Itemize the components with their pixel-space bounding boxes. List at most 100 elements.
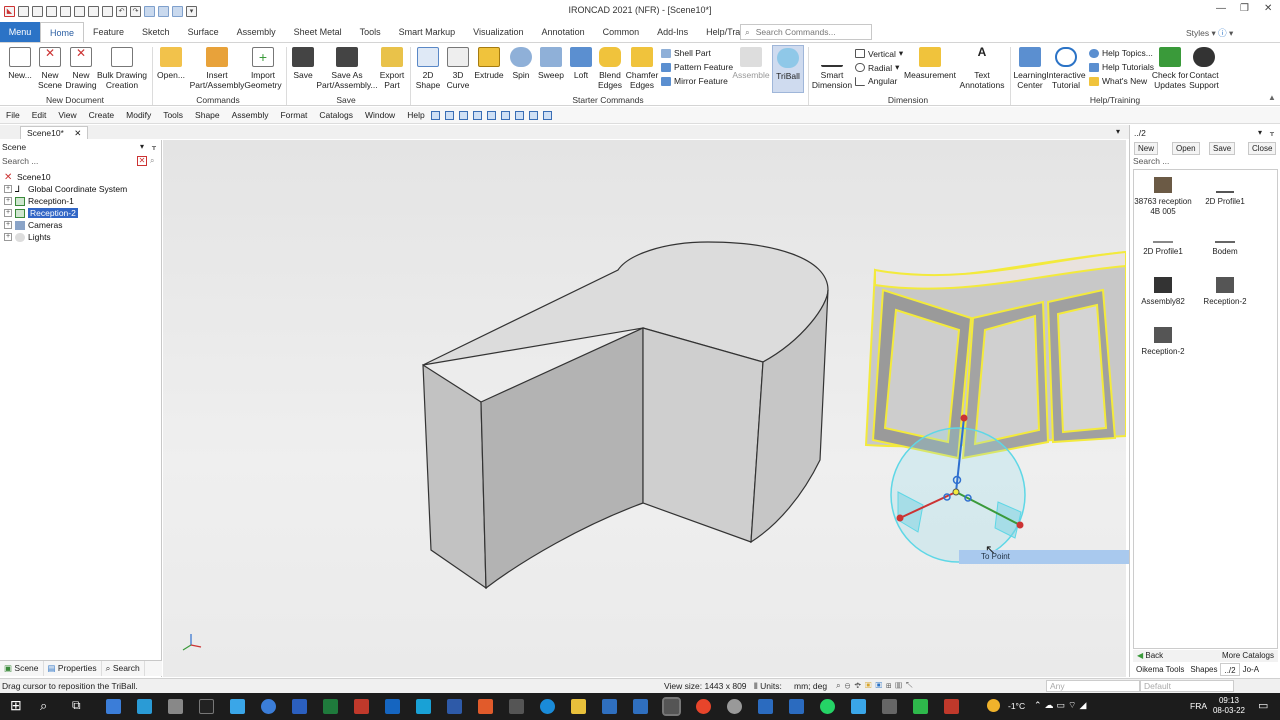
tab-jo-a[interactable]: Jo-A: [1240, 663, 1262, 676]
text-annotations-button[interactable]: A Text Annotations: [958, 46, 1006, 90]
angular-dimension-button[interactable]: Angular: [855, 76, 897, 86]
tab-shapes[interactable]: Shapes: [1187, 663, 1220, 676]
tree-item-global-coordinate-system[interactable]: + ⅃ Global Coordinate System: [4, 184, 127, 194]
new-scene-icon[interactable]: [32, 5, 43, 17]
view-custom-icon[interactable]: [542, 110, 552, 120]
blend-edges-button[interactable]: Blend Edges: [596, 47, 624, 90]
view-front-icon[interactable]: [444, 110, 454, 120]
tab-visualization[interactable]: Visualization: [464, 22, 532, 42]
learning-center-button[interactable]: Learning Center: [1012, 47, 1048, 90]
app-files-icon[interactable]: [137, 699, 152, 714]
pin-icon[interactable]: ᚁ: [152, 142, 156, 151]
scene-canvas[interactable]: [163, 140, 1127, 677]
app-media-icon[interactable]: [727, 699, 742, 714]
menu-modify[interactable]: Modify: [120, 110, 157, 120]
styles-menu[interactable]: Styles ▾ ⓘ ▾: [1186, 27, 1233, 39]
help-icon[interactable]: ⓘ: [1218, 28, 1227, 38]
catalog-item[interactable]: Bodem: [1194, 227, 1256, 257]
vertical-dimension-button[interactable]: Vertical ▾: [855, 48, 903, 59]
print-icon[interactable]: [102, 5, 113, 17]
app-calculator-icon[interactable]: [882, 699, 897, 714]
expand-icon[interactable]: +: [4, 185, 12, 193]
tab-surface[interactable]: Surface: [179, 22, 228, 42]
assemble-button[interactable]: Assemble: [732, 47, 770, 80]
minimize-icon[interactable]: —: [1216, 3, 1226, 14]
new-icon[interactable]: [18, 5, 29, 17]
catalog-item[interactable]: 38763 reception 4B 005: [1132, 177, 1194, 216]
app-green-icon[interactable]: [913, 699, 928, 714]
save-icon[interactable]: [74, 5, 85, 17]
pattern-feature-button[interactable]: Pattern Feature: [661, 62, 733, 72]
chamfer-edges-button[interactable]: Chamfer Edges: [626, 47, 658, 90]
app-misc-icon[interactable]: [509, 699, 524, 714]
menu-edit[interactable]: Edit: [26, 110, 53, 120]
contact-support-button[interactable]: Contact Support: [1186, 47, 1222, 90]
search-commands-input[interactable]: ⌕ Search Commands...: [740, 24, 872, 40]
expand-icon[interactable]: +: [4, 233, 12, 241]
save-as-button[interactable]: Save As Part/Assembly...: [316, 47, 378, 90]
menu-file[interactable]: File: [0, 110, 26, 120]
curve-3d-button[interactable]: 3D Curve: [444, 47, 472, 90]
bulk-drawing-button[interactable]: Bulk Drawing Creation: [96, 47, 148, 90]
view-bottom-icon[interactable]: [514, 110, 524, 120]
zoom-out-icon[interactable]: ⊖: [845, 680, 855, 690]
catalog-open-button[interactable]: Open: [1172, 142, 1200, 155]
mirror-feature-button[interactable]: Mirror Feature: [661, 76, 728, 86]
new-scene-button[interactable]: ✕ New Scene: [36, 47, 64, 90]
pick-icon[interactable]: [158, 5, 169, 17]
desk-left-face[interactable]: [422, 363, 487, 590]
undo-icon[interactable]: ↶: [116, 5, 127, 17]
tab-sketch[interactable]: Sketch: [133, 22, 179, 42]
tab-catalog-2[interactable]: ../2: [1220, 663, 1240, 676]
tab-home[interactable]: Home: [40, 22, 85, 42]
app-explorer-icon[interactable]: [447, 699, 462, 714]
tree-item-lights[interactable]: + Lights: [4, 232, 51, 242]
app-word-icon[interactable]: [292, 699, 307, 714]
catalog-save-button[interactable]: Save: [1209, 142, 1236, 155]
app-office-icon[interactable]: [478, 699, 493, 714]
tab-sheet-metal[interactable]: Sheet Metal: [285, 22, 351, 42]
app-todo-icon[interactable]: [633, 699, 648, 714]
menu-window[interactable]: Window: [359, 110, 401, 120]
task-view-icon[interactable]: ⧉: [72, 698, 81, 713]
tab-tools[interactable]: Tools: [351, 22, 390, 42]
app-teamviewer-icon[interactable]: [416, 699, 431, 714]
search-taskbar-icon[interactable]: ⌕: [40, 698, 47, 714]
check-updates-button[interactable]: Check for Updates: [1150, 47, 1190, 90]
tab-list-icon[interactable]: ▾: [1116, 127, 1120, 136]
sweep-button[interactable]: Sweep: [536, 47, 566, 80]
menu-format[interactable]: Format: [274, 110, 313, 120]
loft-button[interactable]: Loft: [568, 47, 594, 80]
whats-new-button[interactable]: What's New: [1089, 76, 1147, 86]
app-ironcad-icon[interactable]: [662, 697, 681, 716]
tree-item-reception-2[interactable]: + Reception-2: [4, 207, 79, 219]
view-left-icon[interactable]: [486, 110, 496, 120]
app-calendar-icon[interactable]: [602, 699, 617, 714]
catalog-back-button[interactable]: ◀ Back: [1137, 650, 1163, 662]
more-catalogs-button[interactable]: More Catalogs: [1222, 650, 1274, 662]
menu-shape[interactable]: Shape: [189, 110, 226, 120]
menu-tools[interactable]: Tools: [157, 110, 189, 120]
tab-oikema-tools[interactable]: Oikema Tools: [1133, 663, 1187, 676]
catalog-search-input[interactable]: Search ...: [1133, 156, 1169, 166]
app-red-icon[interactable]: [944, 699, 959, 714]
catalog-item[interactable]: 2D Profile1: [1132, 227, 1194, 257]
app-edge-icon[interactable]: [230, 699, 245, 714]
tab-assembly[interactable]: Assembly: [228, 22, 285, 42]
menu-assembly[interactable]: Assembly: [226, 110, 275, 120]
app-pen-icon[interactable]: [789, 699, 804, 714]
help-tutorials-button[interactable]: Help Tutorials: [1089, 62, 1154, 72]
style-select[interactable]: Default: [1140, 680, 1234, 692]
menu-button[interactable]: Menu: [0, 22, 40, 42]
tab-feature[interactable]: Feature: [84, 22, 133, 42]
expand-icon[interactable]: +: [4, 209, 12, 217]
app-notes-icon[interactable]: [758, 699, 773, 714]
grid-icon[interactable]: ⊞: [886, 680, 895, 690]
tab-scene[interactable]: ▣ Scene: [0, 661, 44, 676]
view-back-icon[interactable]: [500, 110, 510, 120]
scene-search-input[interactable]: Search ...: [2, 156, 38, 166]
new-drawing-icon[interactable]: [46, 5, 57, 17]
desk-front-face[interactable]: [480, 327, 644, 590]
open-button[interactable]: Open...: [156, 47, 186, 80]
app-whatsapp-icon[interactable]: [820, 699, 835, 714]
